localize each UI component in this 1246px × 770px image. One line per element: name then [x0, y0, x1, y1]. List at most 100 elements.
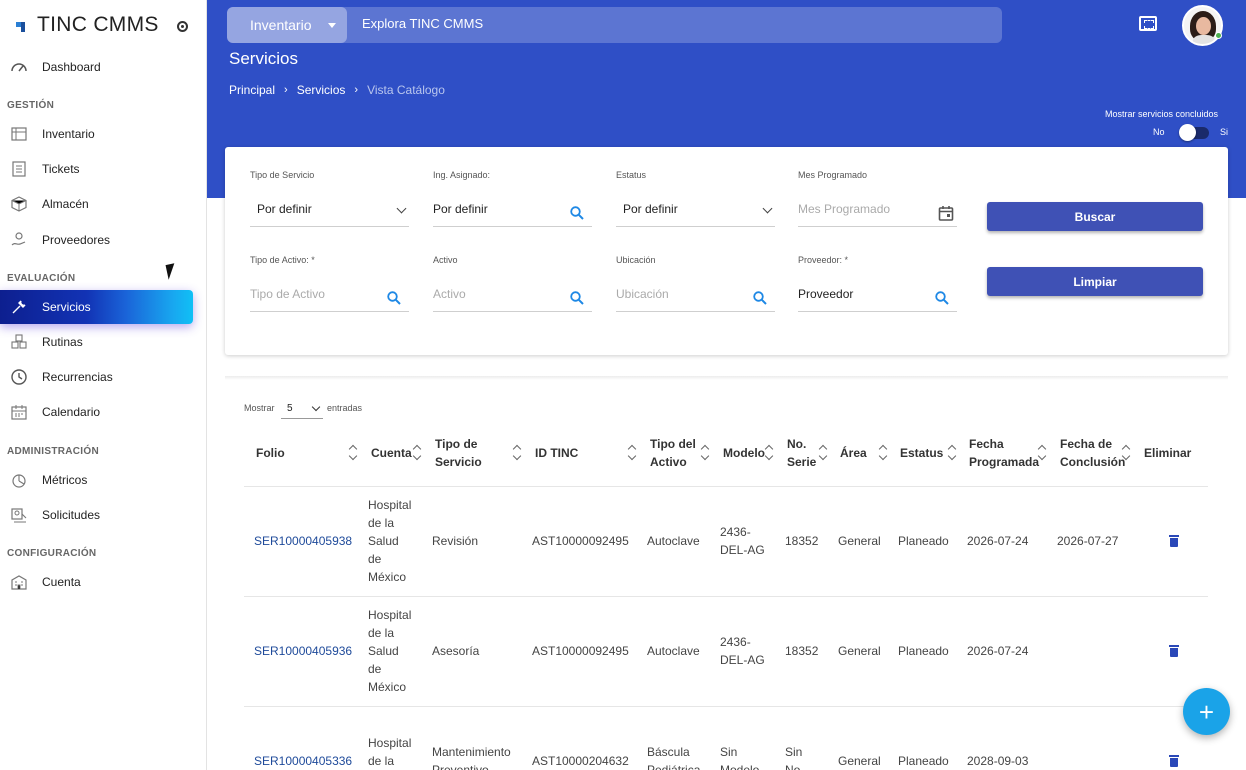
search-category-value: Inventario	[250, 17, 312, 33]
column-header-folio[interactable]: Folio	[256, 444, 285, 462]
sidebar-item-label: Servicios	[42, 300, 91, 314]
brand-name: TINC CMMS	[37, 13, 159, 36]
column-header-no-serie[interactable]: No. Serie	[787, 435, 816, 471]
tinc-logo-icon	[16, 18, 30, 32]
sort-icon[interactable]	[629, 446, 637, 460]
sidebar-item-cuenta[interactable]: Cuenta	[0, 565, 193, 599]
sort-icon[interactable]	[414, 446, 422, 460]
sidebar-item-tickets[interactable]: Tickets	[0, 152, 193, 186]
box-icon	[10, 195, 28, 213]
column-header-eliminar[interactable]: Eliminar	[1144, 444, 1191, 462]
column-header-estatus[interactable]: Estatus	[900, 444, 943, 462]
search-icon[interactable]	[570, 206, 584, 225]
column-header-cuenta[interactable]: Cuenta	[371, 444, 412, 462]
sidebar-item-metricos[interactable]: Métricos	[0, 463, 193, 497]
sidebar-item-solicitudes[interactable]: Solicitudes	[0, 498, 193, 532]
cell-estatus: Planeado	[898, 754, 949, 768]
cell-tipo-activo: Autoclave	[647, 534, 700, 548]
column-header-fecha-conclusion[interactable]: Fecha de Conclusión	[1060, 435, 1125, 471]
cell-area: General	[838, 644, 881, 658]
limpiar-button[interactable]: Limpiar	[987, 267, 1203, 296]
sidebar-item-inventario[interactable]: Inventario	[0, 117, 193, 151]
cell-id-tinc: AST10000092495	[532, 644, 629, 658]
cell-fecha-programada: 2028-09-03	[967, 754, 1029, 768]
chevron-down-icon	[396, 203, 407, 214]
cell-modelo: Sin Modelo	[720, 745, 760, 770]
sort-icon[interactable]	[1039, 446, 1047, 460]
sort-icon[interactable]	[702, 446, 710, 460]
buscar-button[interactable]: Buscar	[987, 202, 1203, 231]
cell-folio[interactable]: SER10000405336	[254, 752, 352, 770]
fullscreen-icon[interactable]	[1139, 16, 1157, 31]
search-category-select[interactable]: Inventario	[227, 7, 347, 43]
cell-tipo-activo: Autoclave	[647, 644, 700, 658]
page-size-select[interactable]: 5	[281, 400, 323, 419]
search-icon[interactable]	[570, 291, 584, 310]
cell-id-tinc: AST10000092495	[532, 534, 629, 548]
cell-modelo: 2436- DEL-AG	[720, 525, 765, 557]
add-service-fab[interactable]: +	[1183, 688, 1230, 735]
brand[interactable]: TINC CMMS	[16, 13, 159, 37]
column-header-tipo-activo[interactable]: Tipo del Activo	[650, 435, 696, 471]
chevron-right-icon: ›	[284, 84, 288, 96]
sidebar-item-recurrencias[interactable]: Recurrencias	[0, 360, 193, 394]
section-administracion: ADMINISTRACIÓN	[7, 446, 99, 457]
search-icon[interactable]	[387, 291, 401, 310]
breadcrumb-servicios[interactable]: Servicios	[297, 83, 346, 97]
field-value: Proveedor	[798, 287, 854, 301]
column-header-tipo-servicio[interactable]: Tipo de Servicio	[435, 435, 482, 471]
sort-icon[interactable]	[1123, 446, 1131, 460]
sidebar-item-rutinas[interactable]: Rutinas	[0, 325, 193, 359]
sidebar-item-calendario[interactable]: Calendario	[0, 395, 193, 429]
search-icon[interactable]	[753, 291, 767, 310]
field-underline	[798, 226, 957, 227]
sidebar-item-servicios[interactable]: Servicios	[0, 290, 193, 324]
sort-icon[interactable]	[766, 446, 774, 460]
chevron-down-icon	[762, 203, 773, 214]
ticket-list-icon	[10, 160, 28, 178]
sidebar-item-label: Recurrencias	[42, 370, 113, 384]
sort-icon[interactable]	[880, 446, 888, 460]
sidebar-item-dashboard[interactable]: Dashboard	[0, 50, 193, 84]
calendar-icon[interactable]	[938, 205, 954, 226]
row-divider	[244, 486, 1208, 487]
global-search-input[interactable]: Explora TINC CMMS	[362, 16, 483, 31]
search-icon[interactable]	[935, 291, 949, 310]
row-divider	[244, 596, 1208, 597]
mostrar-label: Mostrar	[244, 403, 275, 413]
sidebar-item-label: Métricos	[42, 473, 88, 487]
sort-icon[interactable]	[350, 446, 358, 460]
column-header-id-tinc[interactable]: ID TINC	[535, 444, 578, 462]
delete-trash-icon[interactable]	[1169, 645, 1179, 657]
filter-card: Tipo de Servicio Por definir Ing. Asigna…	[225, 147, 1228, 355]
toggle-knob[interactable]	[1179, 124, 1196, 141]
cell-folio[interactable]: SER10000405936	[254, 642, 352, 660]
chevron-right-icon: ›	[354, 84, 359, 96]
sort-icon[interactable]	[514, 446, 522, 460]
sidebar-item-almacen[interactable]: Almacén	[0, 187, 193, 221]
column-header-area[interactable]: Área	[840, 444, 867, 462]
sidebar-item-label: Cuenta	[42, 575, 81, 589]
toggle-no-label: No	[1153, 127, 1165, 137]
cell-tipo-activo: Báscula Pediátrica	[647, 745, 701, 770]
column-header-fecha-programada[interactable]: Fecha Programada	[969, 435, 1039, 471]
sidebar-pin-icon[interactable]	[177, 21, 188, 32]
field-placeholder: Ubicación	[616, 287, 669, 301]
column-header-modelo[interactable]: Modelo	[723, 444, 765, 462]
sidebar: TINC CMMS Dashboard GESTIÓN Inventario T…	[0, 0, 207, 770]
online-status-dot	[1215, 32, 1222, 39]
cell-folio[interactable]: SER10000405938	[254, 532, 352, 550]
sort-icon[interactable]	[820, 446, 828, 460]
delete-trash-icon[interactable]	[1169, 755, 1179, 767]
sidebar-item-proveedores[interactable]: Proveedores	[0, 223, 193, 257]
breadcrumb-principal[interactable]: Principal	[229, 83, 275, 97]
dashboard-gauge-icon	[10, 58, 28, 76]
sidebar-item-label: Inventario	[42, 127, 95, 141]
page-size-value: 5	[287, 403, 293, 414]
field-label: Estatus	[616, 170, 647, 180]
avatar[interactable]	[1182, 5, 1223, 46]
chevron-down-icon	[311, 402, 321, 412]
page-title: Servicios	[229, 49, 298, 68]
sort-icon[interactable]	[949, 446, 957, 460]
delete-trash-icon[interactable]	[1169, 535, 1179, 547]
